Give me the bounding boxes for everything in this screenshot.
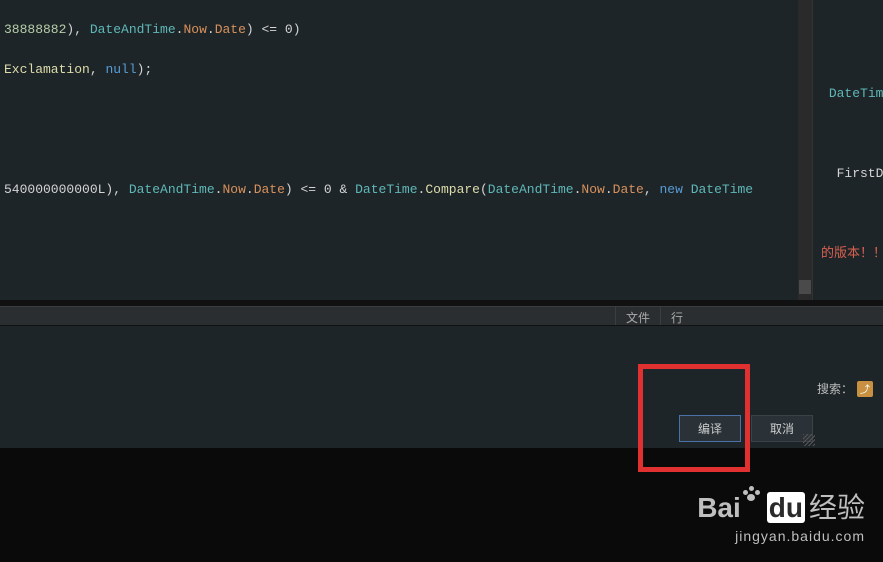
- search-bar: 搜索： ⤴: [817, 380, 883, 397]
- vertical-scrollbar[interactable]: [798, 0, 812, 300]
- scrollbar-thumb[interactable]: [799, 280, 811, 294]
- resize-grip-icon[interactable]: [803, 434, 815, 446]
- search-label: 搜索：: [817, 380, 853, 397]
- code-editor[interactable]: 38888882), DateAndTime.Now.Date) <= 0) E…: [0, 0, 812, 300]
- results-table-body: [0, 326, 883, 408]
- search-icon[interactable]: ⤴: [857, 381, 873, 397]
- paw-icon: [743, 486, 765, 504]
- compile-button[interactable]: 编译: [679, 415, 741, 442]
- code-content: 38888882), DateAndTime.Now.Date) <= 0) E…: [0, 0, 812, 300]
- side-line: 的版本！！: [821, 244, 883, 264]
- watermark-url: jingyan.baidu.com: [697, 528, 865, 544]
- button-bar: 编译 取消: [0, 408, 883, 448]
- side-code-panel: DateTime FirstDay 的版本！！: [812, 0, 883, 300]
- watermark-brand: Bai: [697, 492, 741, 523]
- side-line: FirstDay: [821, 164, 883, 184]
- code-line: 38888882), DateAndTime.Now.Date) <= 0): [4, 20, 808, 40]
- column-file[interactable]: 文件: [615, 307, 660, 325]
- watermark-brand2: du: [767, 492, 805, 523]
- side-line: DateTime: [821, 84, 883, 104]
- watermark: Baidu经验 jingyan.baidu.com: [697, 486, 865, 544]
- code-line: 540000000000L), DateAndTime.Now.Date) <=…: [4, 180, 808, 200]
- code-line: Exclamation, null);: [4, 60, 808, 80]
- column-line[interactable]: 行: [660, 307, 693, 325]
- results-table-header: 文件 行: [0, 306, 883, 326]
- watermark-brand3: 经验: [809, 493, 865, 524]
